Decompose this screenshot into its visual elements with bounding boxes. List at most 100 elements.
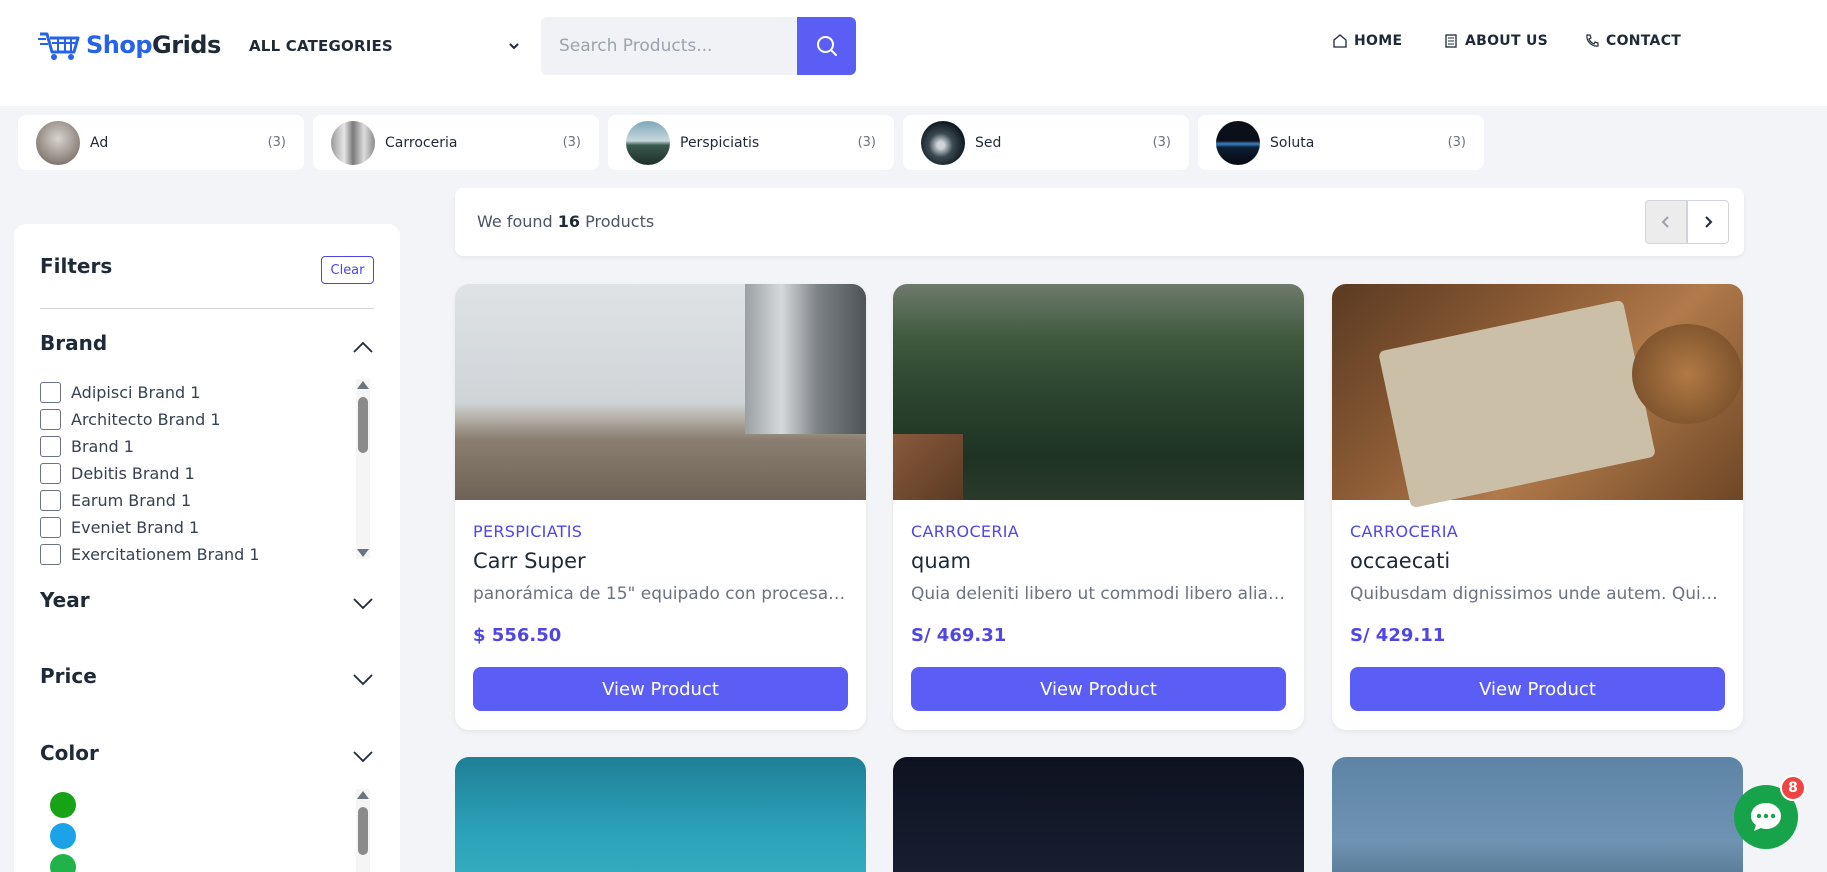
color-swatch[interactable]: [50, 854, 76, 872]
chevron-up-icon[interactable]: [352, 340, 374, 354]
brand-scrollbar[interactable]: [356, 379, 370, 559]
nav-contact-label: CONTACT: [1606, 33, 1682, 49]
brand-option[interactable]: Adipisci Brand 1: [40, 379, 340, 406]
product-card: CARROCERIA quam Quia deleniti libero ut …: [893, 284, 1304, 730]
brand-option[interactable]: Eveniet Brand 1: [40, 514, 340, 541]
product-price: S/ 469.31: [911, 625, 1007, 646]
divider: [40, 308, 374, 309]
scroll-thumb[interactable]: [358, 807, 368, 855]
results-bar: We found 16 Products: [455, 188, 1744, 256]
search-icon: [816, 36, 837, 56]
chevron-down-icon: [509, 43, 519, 50]
product-description: Quia deleniti libero ut commodi libero a…: [911, 584, 1289, 604]
color-section-title: Color: [40, 741, 99, 765]
brand-option[interactable]: Brand 1: [40, 433, 340, 460]
scroll-up-arrow[interactable]: [357, 381, 369, 389]
nav-home[interactable]: HOME: [1332, 33, 1402, 49]
clear-filters-button[interactable]: Clear: [321, 256, 374, 284]
header: ShopGrids ALL CATEGORIES HOME ABOUT US: [0, 0, 1827, 106]
product-image[interactable]: [1332, 757, 1743, 872]
chevron-left-icon: [1661, 216, 1669, 228]
brand-option-label: Eveniet Brand 1: [71, 518, 200, 537]
product-title[interactable]: Carr Super: [473, 549, 586, 573]
product-card: PERSPICIATIS Carr Super panorámica de 15…: [455, 284, 866, 730]
product-category[interactable]: CARROCERIA: [1350, 522, 1458, 541]
brand-option-label: Exercitationem Brand 1: [71, 545, 260, 564]
brand-section-title: Brand: [40, 331, 108, 355]
checkbox[interactable]: [40, 517, 61, 538]
chevron-down-icon[interactable]: [352, 672, 374, 686]
color-swatch[interactable]: [50, 823, 76, 849]
product-image[interactable]: [893, 757, 1304, 872]
checkbox[interactable]: [40, 436, 61, 457]
results-prefix: We found: [477, 212, 553, 231]
product-image[interactable]: [1332, 284, 1743, 509]
color-scrollbar[interactable]: [356, 789, 370, 872]
category-chip-label: Carroceria: [385, 134, 458, 151]
home-icon: [1333, 34, 1347, 48]
brand-option[interactable]: Debitis Brand 1: [40, 460, 340, 487]
chat-bubble-icon: [1751, 803, 1781, 831]
category-chip-label: Ad: [90, 134, 109, 151]
category-chip-perspiciatis[interactable]: Perspiciatis (3): [608, 115, 894, 170]
checkbox[interactable]: [40, 544, 61, 565]
chevron-down-icon[interactable]: [352, 749, 374, 763]
category-thumbnail: [626, 120, 670, 165]
view-product-button[interactable]: View Product: [473, 667, 848, 711]
all-categories-label: ALL CATEGORIES: [249, 37, 393, 55]
filters-title: Filters: [40, 254, 113, 278]
category-chip-sed[interactable]: Sed (3): [903, 115, 1189, 170]
category-chip-ad[interactable]: Ad (3): [18, 115, 304, 170]
brand-option-label: Adipisci Brand 1: [71, 383, 201, 402]
results-count: 16: [557, 212, 581, 231]
category-chip-count: (3): [267, 135, 286, 150]
brand-option[interactable]: Architecto Brand 1: [40, 406, 340, 433]
next-page-button[interactable]: [1687, 200, 1729, 244]
category-chip-count: (3): [562, 135, 581, 150]
all-categories-dropdown[interactable]: ALL CATEGORIES: [249, 34, 521, 58]
color-swatch[interactable]: [50, 792, 76, 818]
product-price: $ 556.50: [473, 625, 562, 646]
nav-about-us[interactable]: ABOUT US: [1443, 33, 1548, 49]
results-suffix: Products: [585, 212, 655, 231]
filters-panel: Filters Clear Brand Adipisci Brand 1 Arc…: [14, 224, 400, 872]
category-thumbnail: [331, 120, 375, 165]
product-description: panorámica de 15" equipado con procesado…: [473, 584, 851, 604]
view-product-button[interactable]: View Product: [911, 667, 1286, 711]
product-title[interactable]: occaecati: [1350, 549, 1450, 573]
brand-option-label: Architecto Brand 1: [71, 410, 221, 429]
product-image[interactable]: [455, 757, 866, 872]
view-product-button[interactable]: View Product: [1350, 667, 1725, 711]
checkbox[interactable]: [40, 409, 61, 430]
logo-text: ShopGrids: [86, 31, 221, 59]
category-chip-carroceria[interactable]: Carroceria (3): [313, 115, 599, 170]
search-input[interactable]: [541, 17, 797, 75]
brand-option[interactable]: Earum Brand 1: [40, 487, 340, 514]
product-category[interactable]: PERSPICIATIS: [473, 522, 582, 541]
scroll-down-arrow[interactable]: [357, 549, 369, 557]
product-image[interactable]: [455, 284, 866, 500]
product-price: S/ 429.11: [1350, 625, 1446, 646]
category-chip-count: (3): [1447, 135, 1466, 150]
search-button[interactable]: [797, 17, 856, 75]
building-icon: [1445, 34, 1457, 48]
scroll-up-arrow[interactable]: [357, 791, 369, 799]
previous-page-button[interactable]: [1645, 200, 1687, 244]
nav-about-us-label: ABOUT US: [1465, 33, 1549, 49]
product-title[interactable]: quam: [911, 549, 971, 573]
product-card: CARROCERIA occaecati Quibusdam dignissim…: [1332, 284, 1743, 730]
shopping-cart-icon: [38, 32, 80, 60]
price-section-title: Price: [40, 664, 97, 688]
category-chip-soluta[interactable]: Soluta (3): [1198, 115, 1484, 170]
logo[interactable]: ShopGrids: [38, 28, 221, 62]
checkbox[interactable]: [40, 382, 61, 403]
category-chip-count: (3): [1152, 135, 1171, 150]
nav-contact[interactable]: CONTACT: [1584, 33, 1681, 49]
scroll-thumb[interactable]: [358, 397, 368, 453]
checkbox[interactable]: [40, 463, 61, 484]
brand-option[interactable]: Exercitationem Brand 1: [40, 541, 340, 568]
product-image[interactable]: [893, 284, 1304, 500]
product-category[interactable]: CARROCERIA: [911, 522, 1019, 541]
checkbox[interactable]: [40, 490, 61, 511]
chevron-down-icon[interactable]: [352, 596, 374, 610]
